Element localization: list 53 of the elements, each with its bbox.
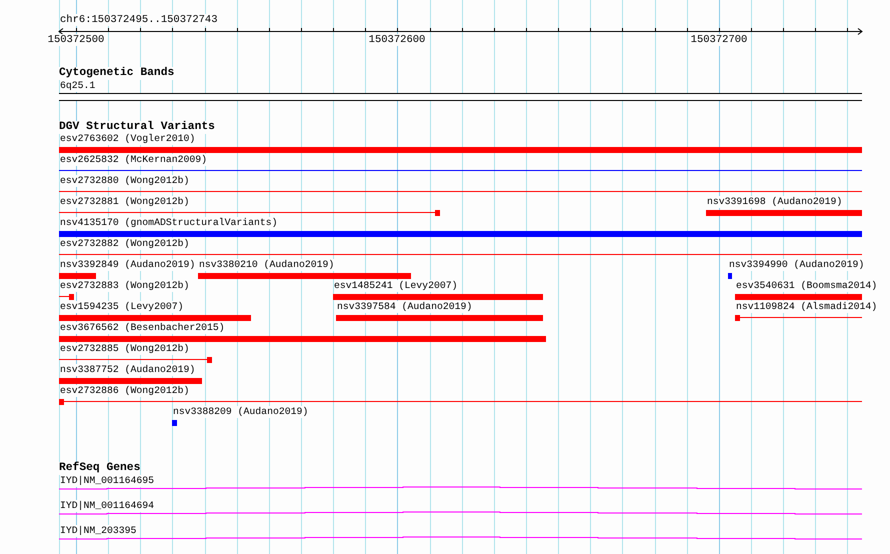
track-title: RefSeq Genes: [59, 462, 140, 475]
variant-line[interactable]: [735, 315, 862, 321]
variant-label[interactable]: esv3676562 (Besenbacher2015): [60, 322, 225, 334]
track-title: Cytogenetic Bands: [59, 67, 174, 80]
variant-bar[interactable]: [59, 231, 862, 237]
variant-label[interactable]: nsv3391698 (Audano2019): [707, 196, 842, 208]
variant-line[interactable]: [59, 399, 862, 405]
variant-bar[interactable]: [706, 210, 862, 216]
variant-label[interactable]: nsv3394990 (Audano2019): [729, 259, 864, 271]
variant-label[interactable]: nsv3380210 (Audano2019): [199, 259, 334, 271]
variant-line[interactable]: [59, 210, 440, 216]
variant-label[interactable]: esv2732880 (Wong2012b): [60, 175, 190, 187]
variant-label[interactable]: esv2732882 (Wong2012b): [60, 238, 190, 250]
band-label: 6q25.1: [60, 80, 96, 92]
variant-label[interactable]: esv3540631 (Boomsma2014): [736, 280, 878, 292]
variant-label[interactable]: esv2763602 (Vogler2010): [60, 133, 196, 145]
variant-bar[interactable]: [735, 294, 862, 300]
variant-label[interactable]: nsv3392849 (Audano2019): [60, 259, 196, 271]
track-title: DGV Structural Variants: [59, 121, 215, 134]
gene-model-line[interactable]: [59, 512, 862, 514]
variant-marker[interactable]: [728, 273, 732, 279]
gene-label[interactable]: IYD|NM_001164694: [60, 500, 154, 512]
variant-bar[interactable]: [59, 336, 546, 342]
variant-label[interactable]: esv2732883 (Wong2012b): [60, 280, 190, 292]
variant-bar[interactable]: [333, 294, 543, 300]
ruler-tick-label: 150372600: [368, 34, 426, 46]
variant-label[interactable]: esv2625832 (McKernan2009): [60, 154, 207, 166]
ruler-tick-label: 150372500: [48, 34, 104, 46]
variant-label[interactable]: esv1594235 (Levy2007): [60, 301, 184, 313]
location-text: chr6:150372495..150372743: [60, 14, 218, 26]
variant-label[interactable]: nsv3388209 (Audano2019): [173, 406, 308, 418]
variant-bar[interactable]: [59, 378, 202, 384]
variant-bar[interactable]: [59, 315, 251, 321]
gene-label[interactable]: IYD|NM_001164695: [60, 475, 154, 487]
variant-label[interactable]: esv1485241 (Levy2007): [334, 280, 458, 292]
ruler-tick-label: 150372700: [690, 34, 748, 46]
variant-label[interactable]: nsv3397584 (Audano2019): [337, 301, 472, 313]
variant-label[interactable]: nsv1109824 (Alsmadi2014): [736, 301, 878, 313]
variant-label[interactable]: esv2732881 (Wong2012b): [60, 196, 190, 208]
variant-label[interactable]: nsv4135170 (gnomADStructuralVariants): [60, 217, 278, 229]
gene-model-line[interactable]: [59, 486, 862, 490]
variant-bar[interactable]: [59, 147, 862, 153]
variant-label[interactable]: nsv3387752 (Audano2019): [60, 364, 196, 376]
variant-line[interactable]: [59, 294, 74, 300]
variant-bar[interactable]: [198, 273, 411, 279]
variant-bar[interactable]: [59, 273, 96, 279]
gene-label[interactable]: IYD|NM_203395: [60, 525, 136, 537]
variant-label[interactable]: esv2732885 (Wong2012b): [60, 343, 190, 355]
gene-model-line[interactable]: [59, 536, 862, 540]
variant-bar[interactable]: [336, 315, 543, 321]
variant-line[interactable]: [59, 357, 212, 363]
variant-marker[interactable]: [172, 420, 177, 426]
variant-label[interactable]: esv2732886 (Wong2012b): [60, 385, 190, 397]
